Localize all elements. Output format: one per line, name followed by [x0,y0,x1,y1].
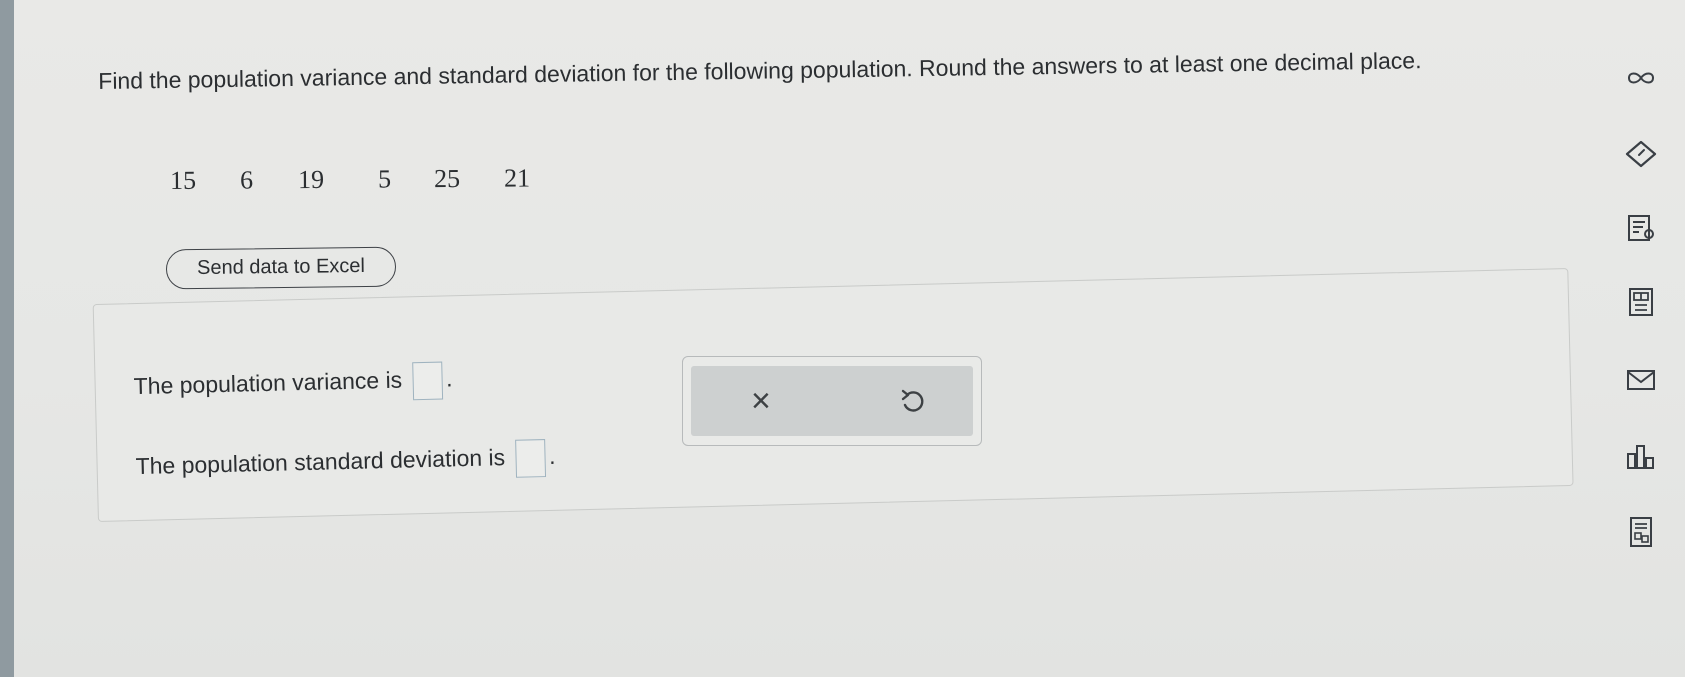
data-value: 25 [433,163,461,194]
data-value: 19 [297,164,325,195]
side-toolbar [1585,0,1685,677]
period: . [548,442,556,470]
stddev-answer-row: The population standard deviation is. [135,439,556,487]
variance-answer-row: The population variance is. [133,361,453,407]
clear-button[interactable]: × [751,384,771,418]
question-page: Find the population variance and standar… [14,0,1685,677]
undo-icon[interactable] [899,386,927,421]
question-prompt: Find the population variance and standar… [98,47,1422,94]
stddev-label: The population standard deviation is [135,444,506,480]
tag-icon[interactable] [1623,136,1659,172]
notes-icon[interactable] [1623,210,1659,246]
calculator-icon[interactable] [1623,284,1659,320]
worksheet-icon[interactable] [1623,514,1659,550]
window-edge [0,0,14,677]
data-value: 5 [377,164,392,194]
data-value: 21 [503,163,531,193]
data-value: 6 [239,165,254,195]
data-value: 15 [170,165,197,195]
stddev-input[interactable] [514,439,546,478]
mail-icon[interactable] [1623,362,1659,398]
answer-tools: × [682,356,982,446]
variance-label: The population variance is [133,366,403,400]
infinity-icon[interactable] [1623,60,1659,96]
tool-buttons: × [691,366,973,436]
bar-chart-icon[interactable] [1623,438,1659,474]
send-to-excel-button[interactable]: Send data to Excel [165,246,397,290]
period: . [445,365,453,392]
variance-input[interactable] [411,361,443,401]
